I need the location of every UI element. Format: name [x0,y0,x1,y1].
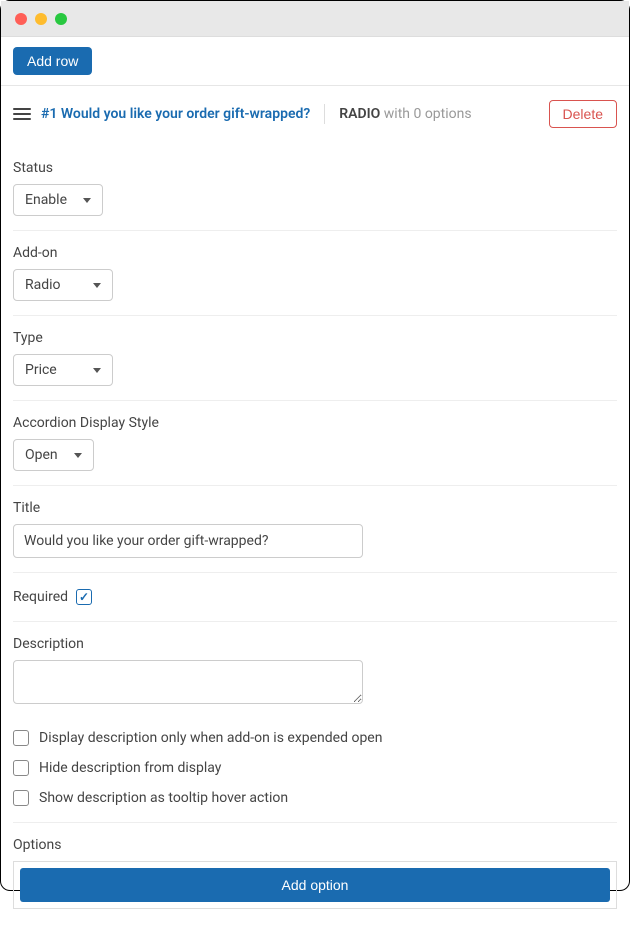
form-content: Status Enable Add-on Radio Type Price Ac… [1,142,629,929]
title-label: Title [13,500,617,516]
type-label: Type [13,330,617,346]
addon-value: Radio [25,277,61,293]
description-options: Display description only when add-on is … [13,716,617,823]
add-option-button[interactable]: Add option [20,868,610,902]
desc-opt-1-checkbox[interactable] [13,760,29,776]
desc-opt-row: Show description as tooltip hover action [13,790,617,806]
chevron-down-icon [93,368,101,373]
desc-opt-2-checkbox[interactable] [13,790,29,806]
accordion-field: Accordion Display Style Open [13,401,617,486]
status-select[interactable]: Enable [13,184,103,216]
close-window-dot[interactable] [15,13,27,25]
window-titlebar [1,1,629,37]
type-field: Type Price [13,316,617,401]
accordion-value: Open [25,447,58,463]
add-row-button[interactable]: Add row [13,47,92,75]
description-textarea[interactable] [13,660,363,704]
type-select[interactable]: Price [13,354,113,386]
status-value: Enable [25,192,67,208]
row-type-suffix: with 0 options [380,106,471,122]
title-field: Title [13,486,617,573]
chevron-down-icon [93,283,101,288]
chevron-down-icon [74,453,82,458]
row-title[interactable]: #1 Would you like your order gift-wrappe… [41,106,310,122]
maximize-window-dot[interactable] [55,13,67,25]
title-input[interactable] [13,524,363,558]
drag-handle-icon[interactable] [13,108,31,120]
minimize-window-dot[interactable] [35,13,47,25]
desc-opt-2-label[interactable]: Show description as tooltip hover action [39,790,288,806]
desc-opt-0-checkbox[interactable] [13,730,29,746]
desc-opt-row: Display description only when add-on is … [13,730,617,746]
required-field: Required ✓ [13,573,617,622]
addon-select[interactable]: Radio [13,269,113,301]
accordion-label: Accordion Display Style [13,415,617,431]
row-type-info: RADIO with 0 options [339,106,471,122]
options-container: Add option [13,861,617,909]
status-label: Status [13,160,617,176]
addon-field: Add-on Radio [13,231,617,316]
accordion-select[interactable]: Open [13,439,94,471]
type-value: Price [25,362,57,378]
chevron-down-icon [83,198,91,203]
desc-opt-row: Hide description from display [13,760,617,776]
desc-opt-0-label[interactable]: Display description only when add-on is … [39,730,382,746]
addon-label: Add-on [13,245,617,261]
toolbar: Add row [1,37,629,86]
options-label: Options [13,837,617,853]
description-label: Description [13,636,617,652]
description-field: Description [13,622,617,716]
divider [324,104,325,124]
checkmark-icon: ✓ [79,591,89,603]
delete-button[interactable]: Delete [549,100,617,128]
options-field: Options Add option [13,823,617,909]
required-label: Required [13,589,68,605]
row-type-label: RADIO [339,106,380,122]
status-field: Status Enable [13,142,617,231]
desc-opt-1-label[interactable]: Hide description from display [39,760,221,776]
required-checkbox[interactable]: ✓ [76,589,92,605]
row-header: #1 Would you like your order gift-wrappe… [1,86,629,142]
